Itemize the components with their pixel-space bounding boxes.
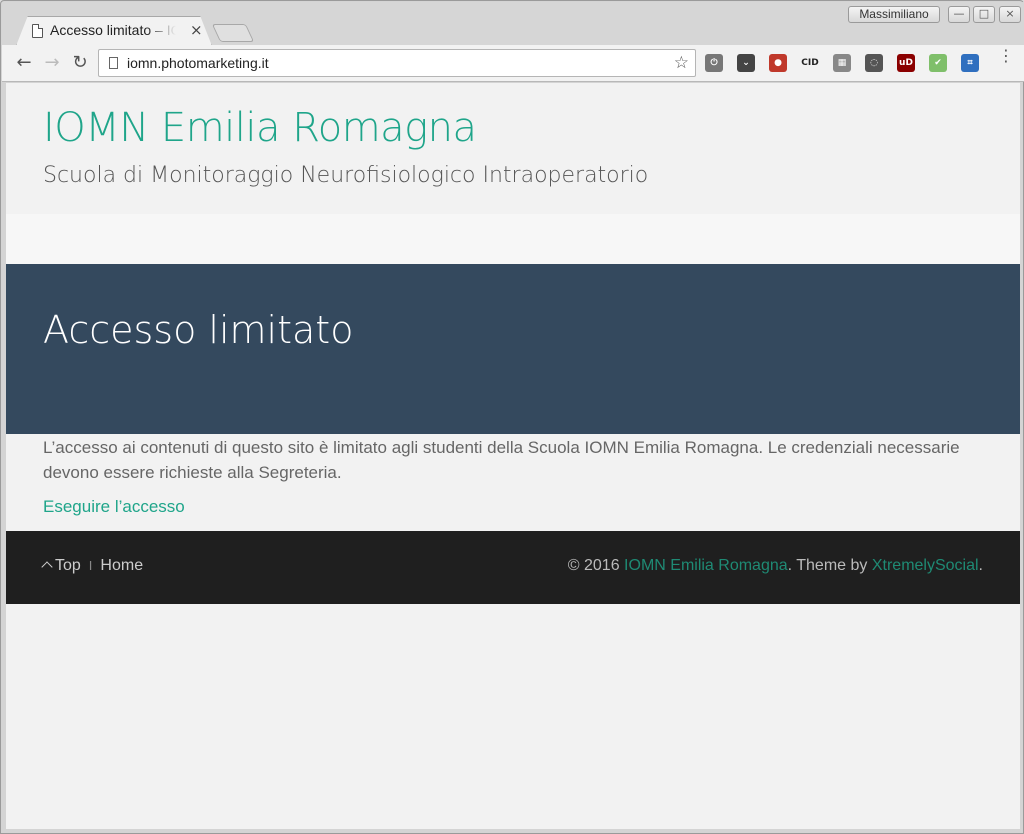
site-footer: Top I Home © 2016 IOMN Emilia Romagna. The… (6, 531, 1020, 604)
restricted-access-message: L’accesso ai contenuti di questo sito è … (43, 438, 960, 482)
maps-ext-icon[interactable]: ● (769, 54, 787, 72)
login-link[interactable]: Eseguire l’accesso (43, 497, 185, 517)
footer-credits: © 2016 IOMN Emilia Romagna. Theme by Xtr… (568, 557, 983, 575)
tab-strip: Accesso limitato – IOMN Emilia Romagna ×… (2, 2, 1024, 46)
theme-author-link[interactable]: XtremelySocial (872, 557, 979, 574)
ublock-ext-icon[interactable]: uD (897, 54, 915, 72)
minimize-button[interactable]: — (948, 6, 970, 23)
url-text[interactable]: iomn.photomarketing.it (127, 55, 269, 71)
browser-window: Accesso limitato – IOMN Emilia Romagna ×… (0, 0, 1024, 834)
page-viewport: IOMN Emilia Romagna Scuola di Monitoragg… (6, 83, 1020, 829)
cid-ext-icon[interactable]: CID (801, 54, 819, 72)
site-title[interactable]: IOMN Emilia Romagna (43, 105, 477, 151)
site-header: IOMN Emilia Romagna Scuola di Monitoragg… (6, 83, 1020, 214)
screen-ext-icon[interactable]: ⌗ (961, 54, 979, 72)
address-bar[interactable]: iomn.photomarketing.it ☆ (98, 49, 696, 77)
page-icon (32, 24, 43, 38)
tab-title: Accesso limitato – IOMN Emilia Romagna (50, 22, 176, 38)
check-ext-icon[interactable]: ✔ (929, 54, 947, 72)
maximize-button[interactable]: □ (973, 6, 995, 23)
theme-text: . Theme by (787, 557, 872, 574)
footer-end: . (978, 557, 983, 574)
close-window-button[interactable]: × (999, 6, 1021, 23)
bulb-ext-icon[interactable]: ◌ (865, 54, 883, 72)
bookmark-star-icon[interactable]: ☆ (674, 53, 689, 73)
page-hero: Accesso limitato (6, 264, 1020, 434)
building-ext-icon[interactable]: ▦ (833, 54, 851, 72)
page-title: Accesso limitato (43, 308, 354, 352)
footer-separator: I (88, 558, 93, 573)
top-link[interactable]: Top (55, 557, 81, 574)
back-button[interactable]: ← (12, 52, 36, 74)
active-tab-content[interactable]: Accesso limitato – IOMN Emilia Romagna × (16, 16, 212, 46)
browser-menu-icon[interactable]: ⋮ (998, 48, 1014, 64)
pocket-ext-icon[interactable]: ⌄ (737, 54, 755, 72)
power-ext-icon[interactable]: ⏻ (705, 54, 723, 72)
footer-nav: Top I Home (41, 557, 143, 575)
site-description: Scuola di Monitoraggio Neurofisiologico … (43, 163, 649, 188)
footer-site-link[interactable]: IOMN Emilia Romagna (624, 557, 788, 574)
close-tab-icon[interactable]: × (190, 21, 203, 39)
home-link[interactable]: Home (100, 557, 143, 574)
profile-button[interactable]: Massimiliano (848, 6, 940, 23)
caret-up-icon (41, 561, 53, 573)
new-tab-button[interactable] (211, 24, 255, 42)
reload-button[interactable]: ↻ (68, 52, 92, 74)
page-info-icon[interactable] (109, 57, 118, 69)
browser-toolbar: ← → ↻ iomn.photomarketing.it ☆ ⏻ ⌄ ● CID ▦ ◌ u… (2, 45, 1024, 82)
forward-button[interactable]: → (40, 52, 64, 74)
copyright-text: © 2016 (567, 557, 625, 574)
navigation-band (6, 214, 1020, 264)
